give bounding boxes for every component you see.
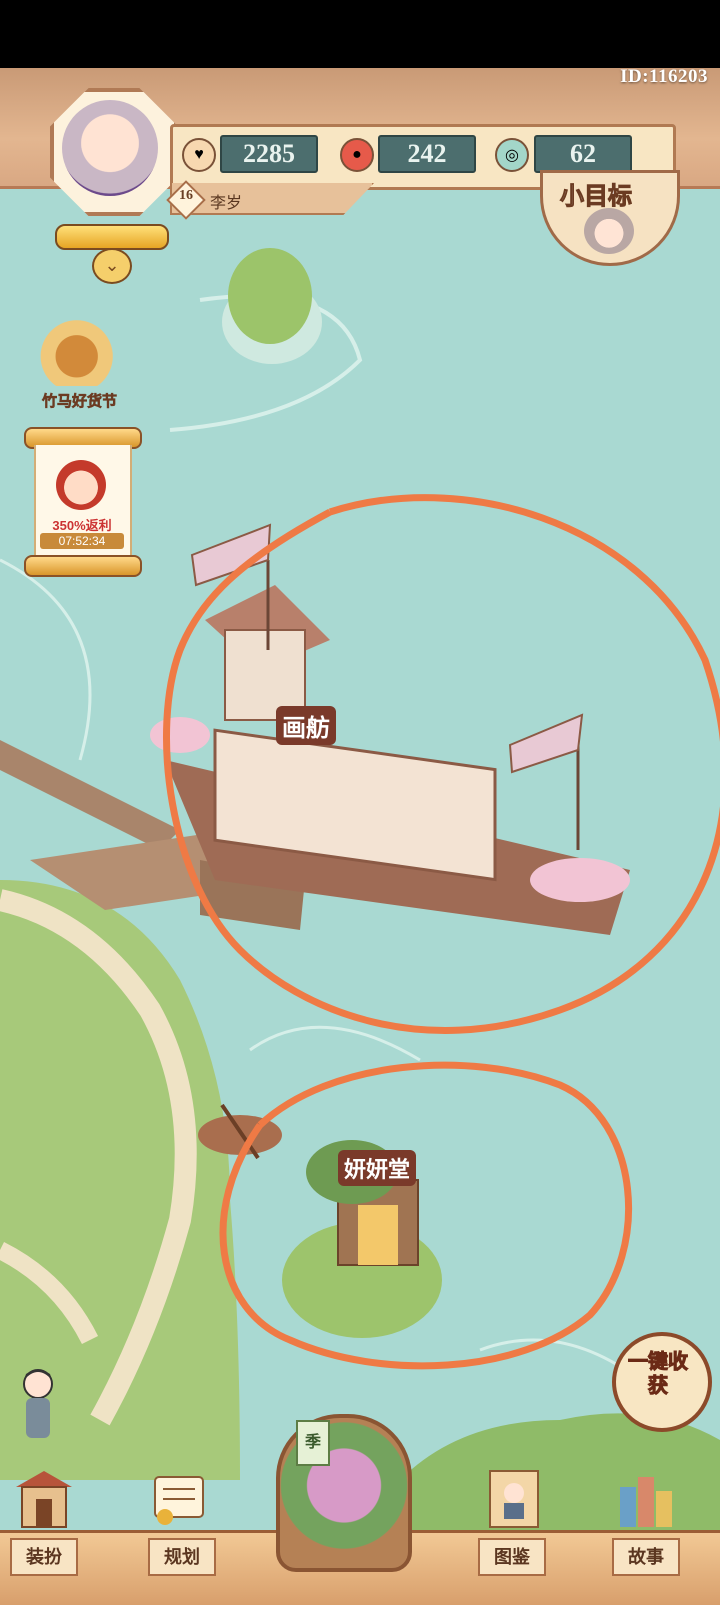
scroll-toggle[interactable] <box>55 224 169 250</box>
npc-character[interactable] <box>10 1364 66 1444</box>
avatar[interactable] <box>62 100 158 196</box>
portrait-album-icon[interactable] <box>480 1465 548 1531</box>
goal-button-label: 小目标 <box>560 176 632 211</box>
boat-sign[interactable]: 画舫 <box>276 706 336 745</box>
nav-collection[interactable]: 图鉴 <box>478 1538 546 1576</box>
goal-character-icon <box>584 208 634 254</box>
harvest-all-label: 一键收获 <box>620 1350 696 1398</box>
festival-event-label[interactable]: 竹马好货节 <box>42 390 117 411</box>
promo-scroll-bottom <box>24 555 142 577</box>
resource-value-stamina[interactable]: 62 <box>534 135 632 173</box>
nav-plan[interactable]: 规划 <box>148 1538 216 1576</box>
nav-story[interactable]: 故事 <box>612 1538 680 1576</box>
heart-coin-icon: ♥ <box>182 138 216 172</box>
red-gem-icon: ● <box>340 138 374 172</box>
nav-dress-up[interactable]: 装扮 <box>10 1538 78 1576</box>
treasure-chest-icon[interactable] <box>38 320 124 386</box>
player-id: ID:116203 <box>620 66 708 88</box>
season-tag: 季 <box>296 1420 330 1466</box>
building-sign[interactable]: 妍妍堂 <box>338 1150 416 1186</box>
promo-percent: 350%返利 <box>40 515 124 534</box>
scroll-plan-icon[interactable] <box>145 1465 213 1531</box>
player-name: 李岁 <box>210 189 242 213</box>
story-books-icon[interactable] <box>612 1465 680 1531</box>
chevron-down-icon[interactable]: ⌄ <box>92 248 132 284</box>
promo-timer: 07:52:34 <box>40 533 124 549</box>
resource-value-coins[interactable]: 2285 <box>220 135 318 173</box>
fortune-god-icon <box>56 460 106 510</box>
stamina-icon: ◎ <box>495 138 529 172</box>
gate-icon[interactable] <box>10 1465 78 1531</box>
resource-value-gems[interactable]: 242 <box>378 135 476 173</box>
level-value: 16 <box>172 188 200 204</box>
status-bar <box>0 0 720 68</box>
